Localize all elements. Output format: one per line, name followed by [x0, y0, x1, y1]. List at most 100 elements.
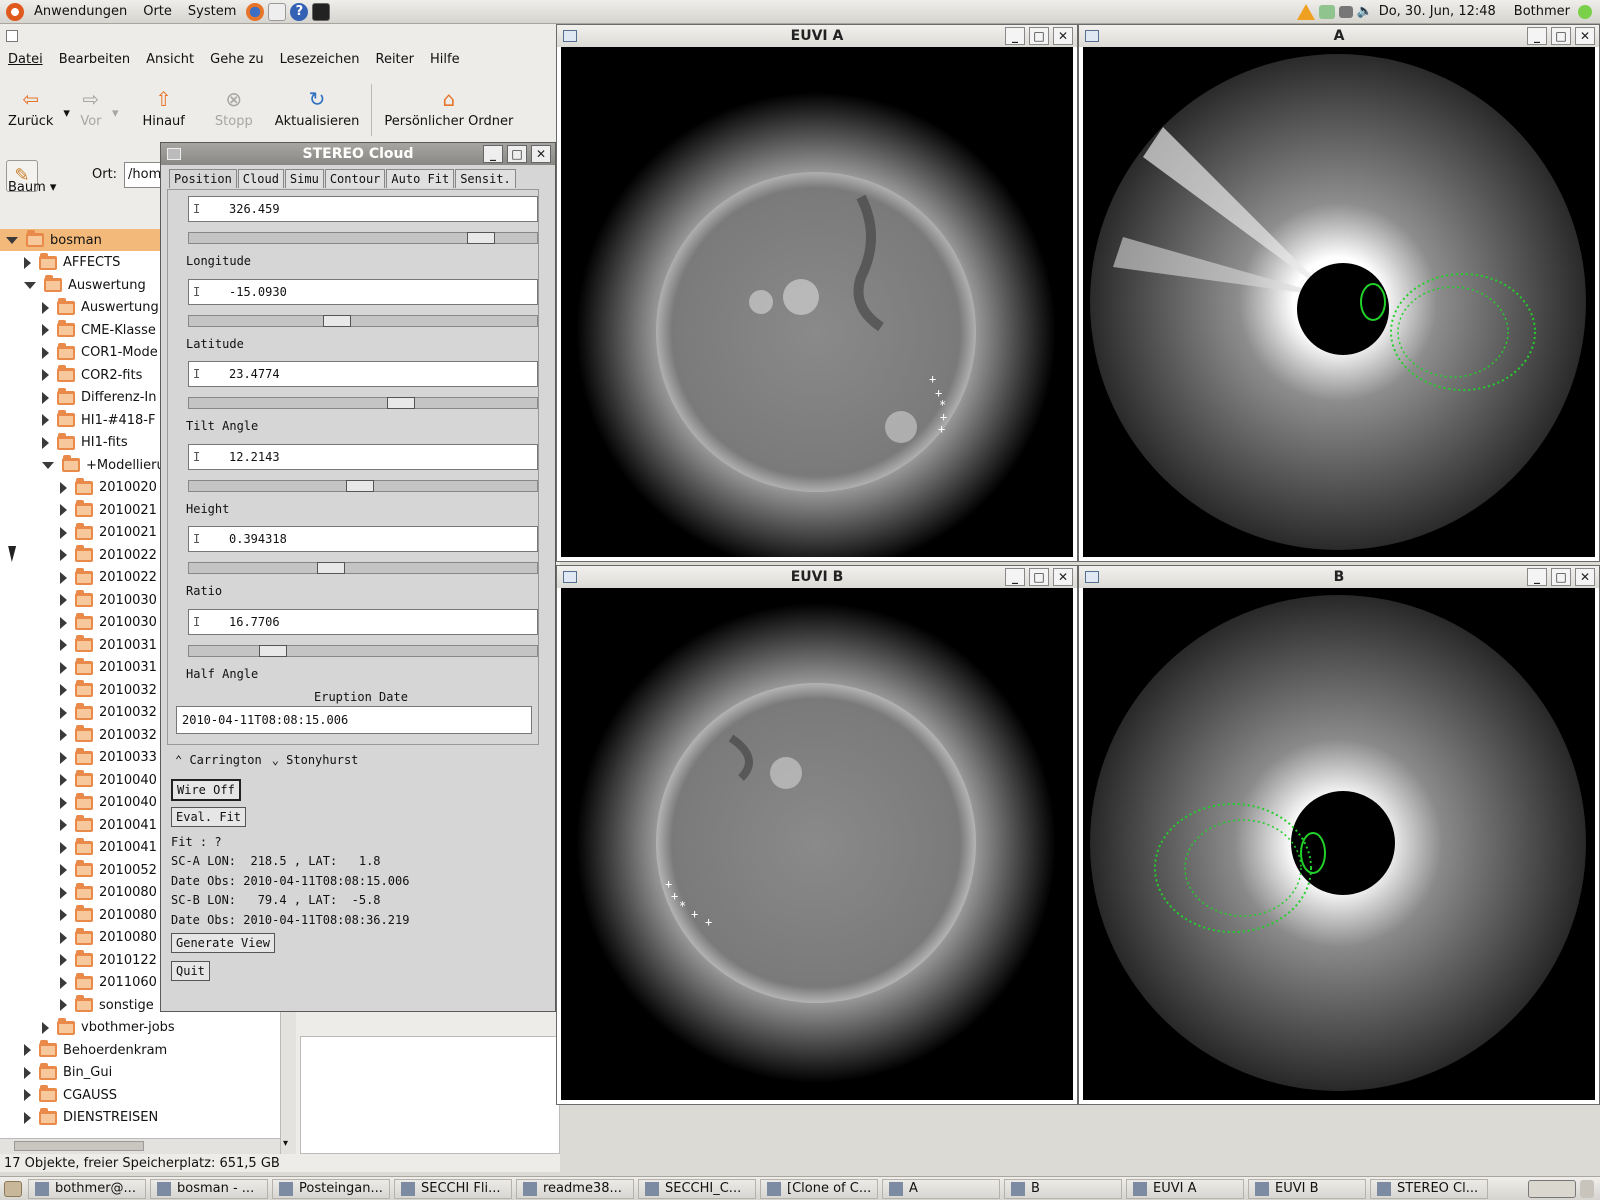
forward-button[interactable]: ⇨ Vor	[72, 76, 110, 133]
taskbar-window-button[interactable]: SECCHI_C...	[638, 1178, 756, 1199]
tree-item[interactable]: 2010080	[60, 927, 157, 949]
maximize-button[interactable]: □	[1551, 27, 1571, 45]
status-online-icon[interactable]	[1578, 4, 1592, 19]
tree-item[interactable]: Auswertung	[42, 297, 159, 319]
workspace-switcher-icon[interactable]	[1528, 1179, 1576, 1198]
back-button[interactable]: ⇦ Zurück	[0, 76, 61, 133]
warning-icon[interactable]	[1296, 3, 1315, 20]
tab-simu[interactable]: Simu	[284, 169, 324, 188]
menu-view[interactable]: Ansicht	[138, 48, 202, 72]
tree-item[interactable]: 2010041	[60, 814, 157, 836]
taskbar-window-button[interactable]: B	[1004, 1178, 1122, 1199]
minimize-button[interactable]: _	[1005, 27, 1025, 45]
close-button[interactable]: ✕	[1053, 568, 1073, 586]
tree-item[interactable]: 2010021	[60, 522, 157, 544]
maximize-button[interactable]: □	[1551, 568, 1571, 586]
menu-tabs[interactable]: Reiter	[368, 48, 423, 72]
slider-handle[interactable]	[467, 232, 495, 244]
tree-item[interactable]: 2010030	[60, 612, 157, 634]
expander-closed-icon[interactable]	[60, 729, 67, 741]
minimize-button[interactable]: _	[1527, 568, 1547, 586]
tree-item[interactable]: 2010040	[60, 769, 157, 791]
terminal-icon[interactable]	[312, 2, 331, 21]
menu-places[interactable]: Orte	[135, 4, 180, 19]
expander-closed-icon[interactable]	[60, 571, 67, 584]
sidebar-mode-select[interactable]: Baum ▾	[8, 180, 56, 195]
eval-fit-button[interactable]: Eval. Fit	[171, 807, 247, 827]
tree-item[interactable]: HI1-fits	[42, 432, 128, 454]
menu-bookmarks[interactable]: Lesezeichen	[272, 48, 368, 72]
slider-handle[interactable]	[346, 479, 374, 492]
tab-sensit[interactable]: Sensit.	[455, 169, 516, 188]
reload-button[interactable]: ↻ Aktualisieren	[267, 76, 368, 133]
firefox-icon[interactable]	[246, 2, 265, 21]
tree-item[interactable]: sonstige	[60, 994, 154, 1016]
up-button[interactable]: ⇧ Hinauf	[134, 76, 192, 133]
taskbar-window-button[interactable]: readme38...	[516, 1178, 634, 1199]
tree-item[interactable]: 2010052	[60, 859, 157, 881]
tree-item[interactable]: 2010080	[60, 904, 157, 926]
mail-icon[interactable]	[268, 2, 287, 21]
network-icon[interactable]	[1318, 4, 1335, 19]
slider-handle[interactable]	[259, 644, 287, 657]
expander-closed-icon[interactable]	[60, 796, 67, 809]
tree-item[interactable]: 2010032	[60, 679, 157, 701]
tree-item[interactable]: 2010080	[60, 882, 157, 904]
tree-vertical-scrollbar[interactable]: ▾	[280, 994, 296, 1154]
param-input[interactable]: I 23.4774	[188, 361, 538, 387]
expander-open-icon[interactable]	[6, 236, 18, 244]
menu-help[interactable]: Hilfe	[422, 48, 468, 72]
tree-item[interactable]: 2010022	[60, 567, 157, 589]
slider-handle[interactable]	[317, 562, 345, 574]
minimize-button[interactable]: _	[1005, 568, 1025, 586]
param-slider[interactable]	[188, 232, 538, 244]
tree-item[interactable]: COR2-fits	[42, 364, 142, 386]
help-icon[interactable]: ?	[290, 2, 309, 21]
param-input[interactable]: I 16.7706	[188, 608, 538, 635]
expander-closed-icon[interactable]	[60, 481, 67, 494]
window-menu-icon[interactable]	[1085, 571, 1099, 583]
close-button[interactable]: ✕	[1575, 568, 1595, 586]
euvi-b-image[interactable]: + + * + +	[561, 588, 1073, 1100]
tree-item[interactable]: Differenz-In	[42, 387, 156, 409]
taskbar-window-button[interactable]: bothmer@...	[28, 1178, 146, 1199]
expander-closed-icon[interactable]	[60, 774, 67, 786]
param-slider[interactable]	[188, 644, 538, 657]
maximize-button[interactable]: □	[507, 145, 527, 163]
expander-closed-icon[interactable]	[42, 301, 49, 314]
generate-view-button[interactable]: Generate View	[171, 933, 275, 953]
tree-item[interactable]: COR1-Mode	[42, 342, 158, 364]
ubuntu-logo-icon[interactable]	[6, 2, 24, 21]
menu-applications[interactable]: Anwendungen	[26, 4, 135, 19]
eruption-date-input[interactable]: 2010-04-11T08:08:15.006	[176, 706, 532, 734]
minimize-button[interactable]: _	[1527, 27, 1547, 45]
expander-closed-icon[interactable]	[42, 324, 49, 336]
expander-closed-icon[interactable]	[24, 1066, 31, 1079]
minimize-button[interactable]: _	[483, 145, 503, 163]
tree-item[interactable]: 2010021	[60, 499, 157, 521]
expander-closed-icon[interactable]	[60, 886, 67, 899]
euvi-a-image[interactable]: + + * + +	[561, 47, 1073, 557]
tree-item[interactable]: 2011060	[60, 972, 157, 994]
tree-item[interactable]: CGAUSS	[24, 1084, 117, 1106]
window-menu-icon[interactable]	[563, 30, 577, 42]
tree-item[interactable]: 2010022	[60, 544, 157, 566]
tab-cloud[interactable]: Cloud	[237, 169, 284, 188]
expander-open-icon[interactable]	[42, 461, 54, 469]
expander-closed-icon[interactable]	[60, 999, 67, 1011]
tab-contour[interactable]: Contour	[324, 169, 386, 188]
taskbar-window-button[interactable]: EUVI A	[1126, 1178, 1244, 1199]
tab-position[interactable]: Position	[169, 169, 237, 188]
expander-closed-icon[interactable]	[60, 931, 67, 944]
expander-closed-icon[interactable]	[42, 1021, 49, 1034]
expander-closed-icon[interactable]	[60, 841, 67, 854]
expander-closed-icon[interactable]	[60, 954, 67, 966]
tab-auto-fit[interactable]: Auto Fit	[386, 169, 455, 188]
window-menu-icon[interactable]	[563, 571, 577, 583]
menu-system[interactable]: System	[180, 4, 244, 19]
close-button[interactable]: ✕	[1575, 27, 1595, 45]
content-pane[interactable]	[300, 1036, 560, 1154]
expander-closed-icon[interactable]	[60, 706, 67, 719]
taskbar-window-button[interactable]: SECCHI Fli...	[394, 1178, 512, 1199]
cor-a-image[interactable]	[1083, 47, 1595, 557]
